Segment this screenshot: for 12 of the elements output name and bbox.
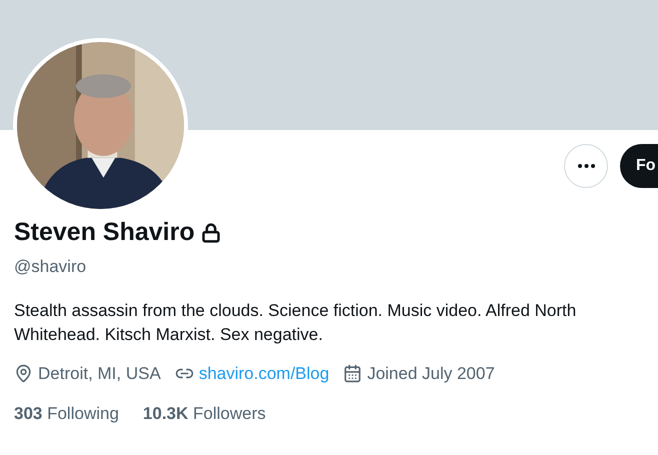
location-icon bbox=[14, 364, 33, 384]
profile-bio: Stealth assassin from the clouds. Science fiction. Music video. Alfred North Whitehead. Kitsch Marxist. Sex negative. bbox=[14, 300, 578, 346]
profile-location: Detroit, MI, USA bbox=[38, 363, 161, 385]
more-button[interactable] bbox=[564, 144, 608, 188]
more-icon bbox=[578, 164, 594, 168]
calendar-icon bbox=[343, 364, 362, 384]
follow-button[interactable]: Fo bbox=[620, 144, 658, 188]
follow-count-link[interactable]: 10.3K Followers bbox=[142, 400, 266, 426]
joined-date: Joined July 2007 bbox=[367, 363, 495, 385]
profile-name: Steven Shaviro bbox=[14, 217, 195, 248]
profile-handle: @shaviro bbox=[14, 256, 88, 278]
follow-count-link[interactable]: 303 Following bbox=[14, 400, 119, 426]
